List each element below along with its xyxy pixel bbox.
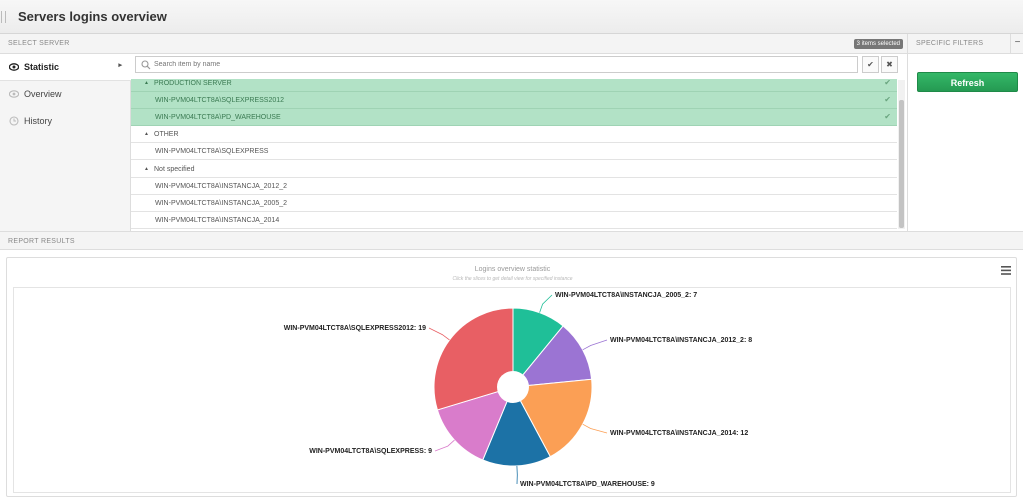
slice-connector [582, 423, 608, 434]
specific-filters-header: SPECIFIC FILTERS − [908, 34, 1023, 54]
clear-selection-button[interactable]: ✖ [881, 56, 898, 73]
collapse-button[interactable]: − [1010, 34, 1023, 54]
slice-connector [434, 439, 455, 452]
check-icon: ✔ [884, 112, 891, 121]
chart-panel: Logins overview statistic Click the slic… [6, 257, 1017, 497]
slice-data-label: WIN-PVM04LTCT8A\INSTANCJA_2014: 12 [610, 430, 748, 437]
slice-data-label: WIN-PVM04LTCT8A\SQLEXPRESS: 9 [309, 448, 432, 455]
report-results-header: REPORT RESULTS [0, 231, 1023, 250]
pie-chart: WIN-PVM04LTCT8A\INSTANCJA_2005_2: 7 WIN-P… [284, 292, 752, 488]
server-label: WIN-PVM04LTCT8A\PD_WAREHOUSE [155, 114, 281, 121]
history-icon [9, 116, 19, 126]
page-title: Servers logins overview [18, 9, 167, 24]
sidebar-item-statistic[interactable]: Statistic ▸ [0, 54, 131, 81]
search-box [135, 56, 858, 73]
slice-data-label: WIN-PVM04LTCT8A\INSTANCJA_2012_2: 8 [610, 337, 752, 344]
slice-connector [582, 339, 608, 351]
slice-connector [428, 327, 450, 341]
sidebar-item-history[interactable]: History [0, 108, 131, 135]
group-label: OTHER [154, 131, 179, 138]
close-icon: ✖ [886, 60, 893, 69]
sidebar-item-label: History [24, 116, 53, 126]
caret-up-icon: ▲ [144, 80, 149, 86]
group-not-specified[interactable]: ▲ Not specified [131, 161, 897, 178]
list-item[interactable]: WIN-PVM04LTCT8A\INSTANCJA_2012_2 [131, 178, 897, 195]
specific-filters-label: SPECIFIC FILTERS [916, 40, 984, 47]
select-server-label: SELECT SERVER [8, 40, 70, 47]
chart-title: Logins overview statistic [474, 266, 551, 273]
select-all-button[interactable]: ✔ [862, 56, 879, 73]
donut-hole [497, 371, 529, 403]
caret-up-icon: ▲ [144, 131, 149, 137]
server-label: WIN-PVM04LTCT8A\INSTANCJA_2005_2 [155, 200, 288, 207]
sidebar-item-label: Statistic [24, 62, 60, 72]
hamburger-menu-icon[interactable] [1001, 266, 1011, 275]
chevron-right-icon: ▸ [118, 62, 122, 69]
check-icon: ✔ [884, 79, 891, 87]
server-label: WIN-PVM04LTCT8A\SQLEXPRESS [155, 148, 269, 155]
caret-up-icon: ▲ [144, 166, 149, 172]
server-list-panel: ✔ ✖ ▲ PRODUCTION SERVER ✔ WIN-PVM04LTCT8… [131, 54, 907, 231]
plot-area: WIN-PVM04LTCT8A\INSTANCJA_2005_2: 7 WIN-P… [13, 287, 1011, 493]
scrollbar-thumb[interactable] [899, 100, 904, 228]
slice-data-label: WIN-PVM04LTCT8A\INSTANCJA_2005_2: 7 [555, 292, 697, 299]
minus-icon: − [1014, 37, 1021, 48]
server-label: WIN-PVM04LTCT8A\SQLEXPRESS2012 [155, 97, 285, 104]
search-icon [141, 60, 151, 70]
refresh-button[interactable]: Refresh [917, 72, 1018, 92]
title-bar: Servers logins overview [0, 0, 1023, 34]
list-item[interactable]: WIN-PVM04LTCT8A\INSTANCJA_2014 [131, 212, 897, 229]
eye-icon [9, 63, 19, 71]
selected-count-badge: 3 items selected [853, 39, 903, 49]
group-label: Not specified [154, 166, 195, 173]
specific-filters-panel: SPECIFIC FILTERS − Refresh [907, 34, 1023, 231]
slice-data-label: WIN-PVM04LTCT8A\PD_WAREHOUSE: 9 [520, 481, 655, 488]
drag-handle-icon[interactable] [1, 11, 6, 23]
sidebar-item-overview[interactable]: Overview [0, 81, 131, 108]
select-server-header: SELECT SERVER 3 items selected [0, 34, 907, 54]
check-icon: ✔ [867, 60, 874, 69]
server-label: WIN-PVM04LTCT8A\INSTANCJA_2014 [155, 217, 280, 224]
group-label: PRODUCTION SERVER [154, 80, 232, 87]
report-results-label: REPORT RESULTS [8, 238, 75, 245]
list-item[interactable]: WIN-PVM04LTCT8A\INSTANCJA_2005_2 [131, 195, 897, 212]
server-rows: ▲ PRODUCTION SERVER ✔ WIN-PVM04LTCT8A\SQ… [131, 79, 897, 231]
sidebar-item-label: Overview [24, 89, 62, 99]
sidebar: Statistic ▸ Overview History [0, 54, 131, 231]
group-other[interactable]: ▲ OTHER [131, 126, 897, 143]
chart-subtitle: Click the slices to get detail view for … [452, 276, 573, 282]
list-item[interactable]: WIN-PVM04LTCT8A\SQLEXPRESS [131, 143, 897, 160]
server-label: WIN-PVM04LTCT8A\INSTANCJA_2012_2 [155, 183, 288, 190]
eye-icon [9, 90, 19, 98]
group-production-server[interactable]: ▲ PRODUCTION SERVER ✔ [131, 79, 897, 92]
check-icon: ✔ [884, 95, 891, 104]
list-item[interactable]: WIN-PVM04LTCT8A\SQLEXPRESS2012 ✔ [131, 92, 897, 109]
search-input[interactable] [154, 58, 844, 71]
slice-connector [539, 294, 553, 313]
slice-data-label: WIN-PVM04LTCT8A\SQLEXPRESS2012: 19 [284, 325, 426, 332]
list-item[interactable]: WIN-PVM04LTCT8A\PD_WAREHOUSE ✔ [131, 109, 897, 126]
